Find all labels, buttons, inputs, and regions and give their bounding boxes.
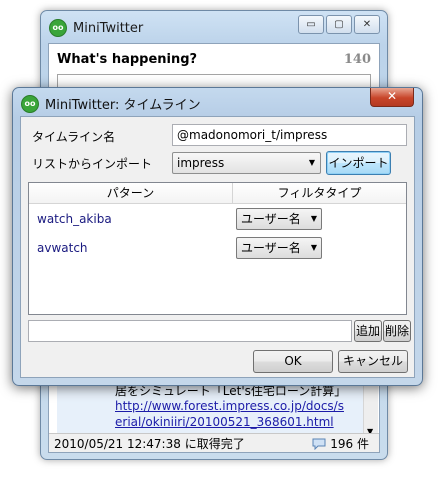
import-button[interactable]: インポート — [326, 151, 391, 175]
column-header-pattern[interactable]: パターン — [29, 183, 233, 203]
import-list-label: リストからインポート — [32, 157, 153, 171]
filter-type-value: ユーザー名 — [241, 241, 301, 255]
app-logo-icon: oo — [21, 94, 39, 113]
filter-type-value: ユーザー名 — [241, 212, 301, 226]
filter-list-header: パターン フィルタタイプ — [29, 183, 406, 204]
dialog-close-button[interactable]: ✕ — [370, 88, 414, 107]
column-header-filter-type[interactable]: フィルタタイプ — [233, 183, 406, 203]
import-list-value: impress — [177, 156, 225, 170]
maximize-button[interactable]: ▢ — [326, 15, 352, 34]
filter-row-pattern[interactable]: watch_akiba — [37, 212, 112, 226]
dialog-titlebar: oo MiniTwitter: タイムライン — [21, 94, 201, 113]
dialog-title: MiniTwitter: タイムライン — [45, 98, 201, 113]
import-list-select[interactable]: impress ▼ — [172, 152, 321, 174]
compose-heading: What's happening? — [57, 52, 198, 67]
new-pattern-input[interactable] — [28, 320, 352, 342]
char-counter: 140 — [343, 52, 371, 67]
filter-type-select[interactable]: ユーザー名 ▼ — [236, 237, 322, 259]
delete-button[interactable]: 削除 — [383, 320, 411, 342]
filter-row-pattern[interactable]: avwatch — [37, 241, 88, 255]
filter-type-select[interactable]: ユーザー名 ▼ — [236, 208, 322, 230]
speech-bubble-icon — [312, 438, 326, 450]
dialog-body: タイムライン名 @madonomori_t/impress リストからインポート… — [20, 116, 415, 378]
main-titlebar: oo MiniTwitter — [49, 19, 143, 37]
chevron-down-icon: ▼ — [310, 243, 317, 252]
chevron-down-icon: ▼ — [310, 214, 317, 223]
compose-input[interactable] — [57, 74, 371, 87]
timeline-name-input[interactable]: @madonomori_t/impress — [172, 124, 407, 146]
status-bar: 2010/05/21 12:47:38 に取得完了 196 件 — [49, 433, 379, 452]
status-count-group: 196 件 — [312, 435, 369, 452]
status-time: 2010/05/21 12:47:38 に取得完了 — [54, 437, 245, 451]
minimize-button[interactable]: ▭ — [298, 15, 324, 34]
ok-button[interactable]: OK — [253, 350, 333, 373]
add-button[interactable]: 追加 — [354, 320, 382, 342]
status-count: 196 件 — [330, 437, 369, 451]
close-button[interactable]: ✕ — [354, 15, 380, 34]
timeline-dialog: oo MiniTwitter: タイムライン ✕ タイムライン名 @madono… — [12, 87, 423, 386]
timeline-name-label: タイムライン名 — [32, 130, 116, 144]
window-controls: ▭ ▢ ✕ — [298, 15, 380, 34]
filter-list[interactable]: パターン フィルタタイプ watch_akiba ユーザー名 ▼ avwatch… — [28, 182, 407, 315]
cancel-button[interactable]: キャンセル — [338, 350, 408, 373]
main-window-title: MiniTwitter — [73, 20, 144, 36]
chevron-down-icon: ▼ — [308, 158, 315, 167]
app-logo-icon: oo — [49, 19, 67, 37]
tweet-link[interactable]: http://www.forest.impress.co.jp/docs/ser… — [115, 398, 351, 430]
timeline-scrollbar[interactable]: ▼ — [363, 378, 378, 438]
